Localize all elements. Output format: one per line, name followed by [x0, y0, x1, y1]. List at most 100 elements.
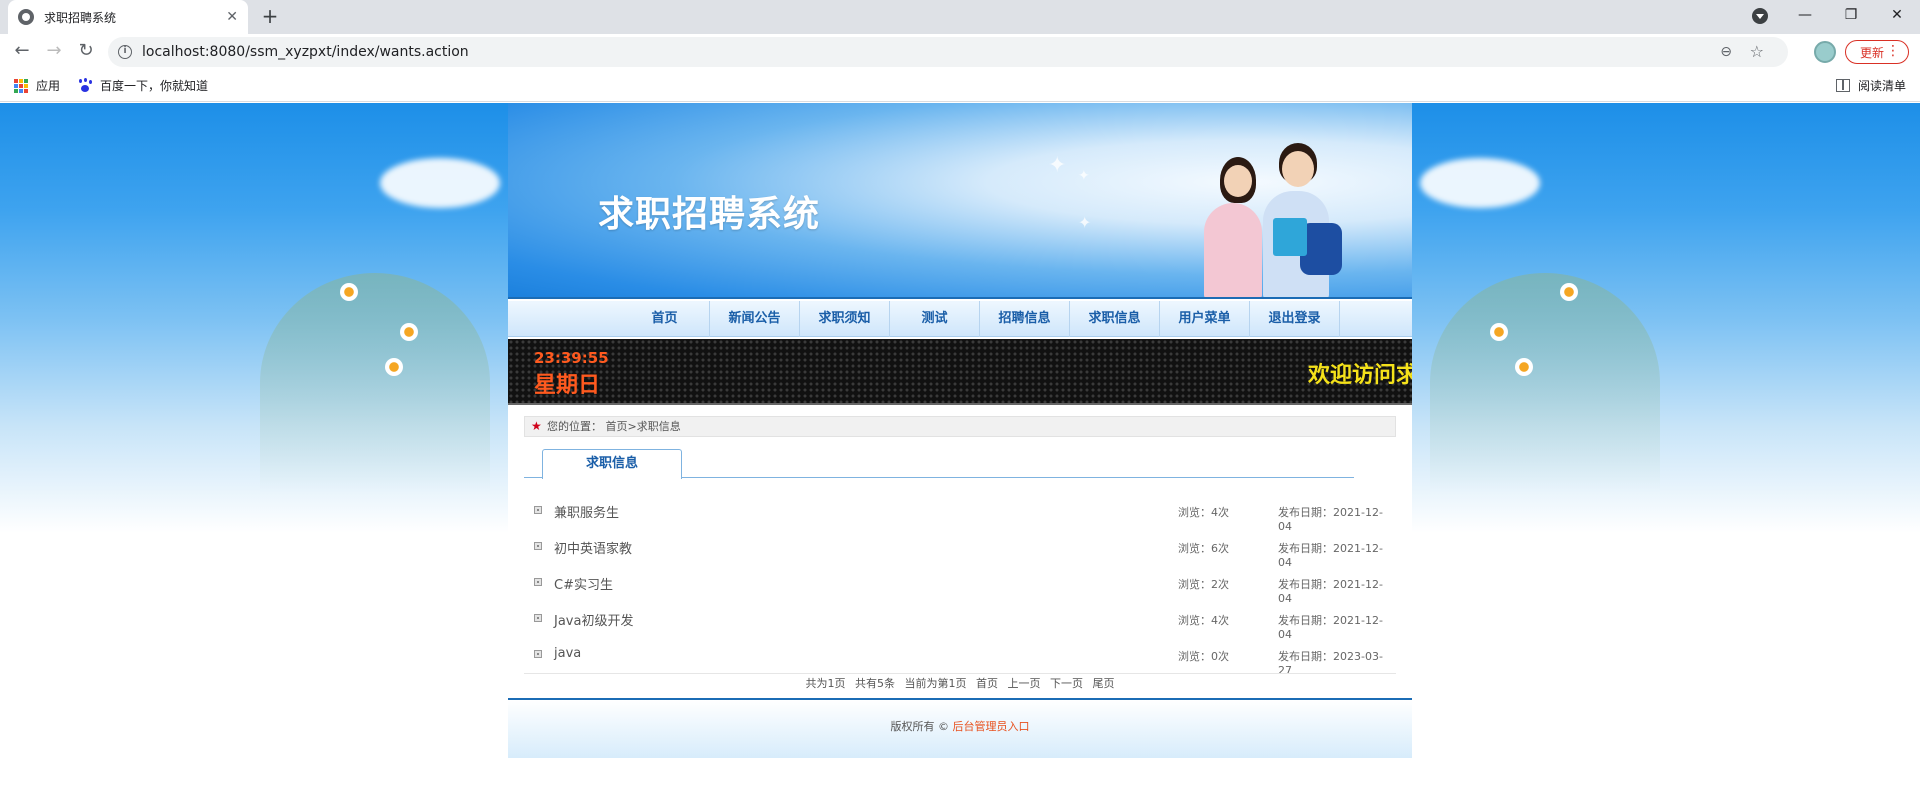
update-label: 更新 — [1860, 45, 1885, 60]
bookmarks-bar: 应用 百度一下，你就知道 阅读清单 — [0, 70, 1920, 102]
nav-item-recruitment[interactable]: 招聘信息 — [980, 301, 1070, 337]
site-footer: 版权所有 © 后台管理员入口 — [508, 698, 1412, 758]
item-views: 浏览：4次 — [1178, 506, 1229, 519]
restore-button[interactable]: ❐ — [1828, 0, 1874, 32]
nav-item-news[interactable]: 新闻公告 — [710, 301, 800, 337]
bookmark-apps[interactable]: 应用 — [14, 77, 60, 94]
minimize-button[interactable]: — — [1782, 0, 1828, 32]
student-boy-face — [1282, 151, 1314, 187]
info-icon[interactable]: i — [118, 45, 132, 59]
tab-search-icon[interactable] — [1752, 8, 1768, 24]
tab-job-seeking[interactable]: 求职信息 — [542, 449, 682, 479]
reload-icon[interactable]: ↻ — [74, 40, 98, 64]
content-tabs: 求职信息 — [524, 446, 1354, 479]
nav-item-guide[interactable]: 求职须知 — [800, 301, 890, 337]
clock-time: 23:39:55 — [534, 349, 609, 367]
list-divider — [524, 673, 1396, 674]
bullet-icon — [534, 542, 542, 550]
weekday-text: 星期日 — [534, 373, 601, 398]
cloud-decoration — [380, 158, 500, 208]
pager-first-link[interactable]: 首页 — [976, 677, 998, 690]
cloud-decoration — [1420, 158, 1540, 208]
bullet-icon — [534, 650, 542, 658]
sparkle-decoration: ✦ — [1078, 213, 1092, 232]
main-nav: 首页 新闻公告 求职须知 测试 招聘信息 求职信息 用户菜单 退出登录 — [508, 301, 1412, 337]
list-item[interactable]: Java初级开发 浏览：4次 发布日期：2021-12-04 — [524, 601, 1396, 641]
baidu-paw-icon — [78, 78, 92, 93]
star-icon: ★ — [531, 419, 542, 433]
nav-item-test[interactable]: 测试 — [890, 301, 980, 337]
pagination: 共为1页 共有5条 当前为第1页 首页 上一页 下一页 尾页 — [508, 675, 1412, 691]
bullet-icon — [534, 506, 542, 514]
pager-current: 当前为第1页 — [904, 677, 967, 690]
led-display: 23:39:55 星期日 欢迎访问求职招聘系统 — [508, 339, 1412, 405]
nav-item-home[interactable]: 首页 — [620, 301, 710, 337]
item-title[interactable]: C#实习生 — [554, 574, 613, 593]
book-stack — [1273, 218, 1307, 256]
pager-total-items: 共有5条 — [855, 677, 895, 690]
nav-item-job-seeking[interactable]: 求职信息 — [1070, 301, 1160, 337]
flower-decoration — [1490, 323, 1508, 341]
tab-title: 求职招聘系统 — [44, 10, 117, 25]
item-title[interactable]: 兼职服务生 — [554, 502, 619, 521]
menu-dots-icon[interactable]: ⋮ — [1886, 43, 1900, 59]
site-banner: 求职招聘系统 ✦ ✦ ✦ — [508, 103, 1412, 301]
list-item[interactable]: java 浏览：0次 发布日期：2023-03-27 — [524, 637, 1396, 677]
student-girl — [1204, 203, 1262, 299]
item-views: 浏览：6次 — [1178, 542, 1229, 555]
item-views: 浏览：0次 — [1178, 650, 1229, 663]
list-item[interactable]: C#实习生 浏览：2次 发布日期：2021-12-04 — [524, 565, 1396, 605]
item-title[interactable]: java — [554, 646, 581, 661]
pager-prev-link[interactable]: 上一页 — [1008, 677, 1041, 690]
browser-tabstrip: 求职招聘系统 ✕ + — ❐ ✕ — [0, 0, 1920, 34]
globe-icon — [18, 9, 34, 25]
forward-arrow-icon[interactable]: → — [42, 40, 66, 64]
nav-item-logout[interactable]: 退出登录 — [1250, 301, 1340, 337]
bookmark-star-icon[interactable]: ☆ — [1750, 42, 1764, 61]
reading-list-button[interactable]: 阅读清单 — [1836, 77, 1906, 94]
admin-entry-link[interactable]: 后台管理员入口 — [953, 720, 1030, 733]
item-views: 浏览：2次 — [1178, 578, 1229, 591]
flower-decoration — [340, 283, 358, 301]
bullet-icon — [534, 614, 542, 622]
flower-decoration — [1515, 358, 1533, 376]
bullet-icon — [534, 578, 542, 586]
zoom-icon[interactable]: ⊖ — [1720, 44, 1732, 60]
flower-decoration — [400, 323, 418, 341]
bookmark-label: 百度一下，你就知道 — [100, 79, 209, 93]
address-bar[interactable]: i localhost:8080/ssm_xyzpxt/index/wants.… — [108, 37, 1788, 67]
sparkle-decoration: ✦ — [1078, 168, 1090, 184]
breadcrumb-label: 您的位置： — [547, 420, 602, 433]
flower-decoration — [385, 358, 403, 376]
list-item[interactable]: 兼职服务生 浏览：4次 发布日期：2021-12-04 — [524, 493, 1396, 533]
item-title[interactable]: 初中英语家教 — [554, 538, 632, 557]
student-girl-face — [1224, 165, 1252, 197]
main-container: 求职招聘系统 ✦ ✦ ✦ 首页 新闻公告 求职须知 测试 招聘信息 求职信息 用… — [508, 103, 1412, 758]
breadcrumb-path[interactable]: 首页>求职信息 — [606, 420, 681, 433]
close-tab-icon[interactable]: ✕ — [226, 9, 238, 25]
browser-toolbar: ← → ↻ i localhost:8080/ssm_xyzpxt/index/… — [0, 34, 1920, 70]
welcome-marquee: 欢迎访问求职招聘系统 — [1308, 363, 1412, 388]
reading-list-label: 阅读清单 — [1858, 79, 1907, 93]
breadcrumb: ★ 您的位置： 首页>求职信息 — [524, 416, 1396, 437]
item-views: 浏览：4次 — [1178, 614, 1229, 627]
pager-next-link[interactable]: 下一页 — [1050, 677, 1083, 690]
nav-item-user-menu[interactable]: 用户菜单 — [1160, 301, 1250, 337]
list-item[interactable]: 初中英语家教 浏览：6次 发布日期：2021-12-04 — [524, 529, 1396, 569]
sparkle-decoration: ✦ — [1048, 153, 1067, 178]
window-close-button[interactable]: ✕ — [1874, 0, 1920, 32]
bookmark-label: 应用 — [36, 79, 61, 93]
new-tab-button[interactable]: + — [258, 5, 282, 29]
update-button[interactable]: 更新 ⋮ — [1845, 40, 1909, 64]
bookmark-baidu[interactable]: 百度一下，你就知道 — [78, 77, 208, 94]
item-title[interactable]: Java初级开发 — [554, 610, 633, 629]
copyright-text: 版权所有 © — [890, 720, 953, 733]
grass-decoration — [1430, 273, 1660, 493]
url-text[interactable]: localhost:8080/ssm_xyzpxt/index/wants.ac… — [142, 44, 469, 60]
profile-avatar[interactable] — [1814, 41, 1836, 63]
reading-list-icon — [1836, 79, 1850, 92]
pager-last-link[interactable]: 尾页 — [1093, 677, 1115, 690]
grass-decoration — [260, 273, 490, 493]
browser-tab[interactable]: 求职招聘系统 ✕ — [8, 0, 248, 34]
back-arrow-icon[interactable]: ← — [10, 40, 34, 64]
